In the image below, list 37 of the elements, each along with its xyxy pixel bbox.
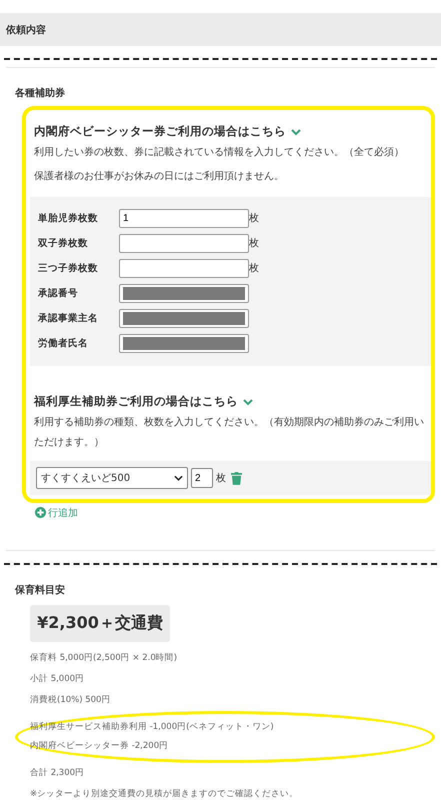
field-label: 三つ子券枚数 [38,262,99,274]
field-label: 労働者氏名 [38,336,89,350]
fee-line: 小計 5,000円 [29,672,86,686]
instruction-text: 保護者様のお仕事がお休みの日にはご利用頂けません。 [33,170,285,184]
unit-label: 枚 [216,472,226,485]
input-field[interactable] [119,234,249,252]
field-label: 単胎児券枚数 [38,212,99,224]
unit-label: 枚 [249,262,259,275]
caret-icon [174,475,183,481]
input-field[interactable] [119,308,249,328]
count-field[interactable]: 2 [191,468,213,488]
trash-icon[interactable] [231,472,242,484]
welfare-voucher-title: 福利厚生補助券ご利用の場合はこちら [34,394,238,409]
section-subtitle: 各種補助券 [15,86,66,100]
input-field[interactable] [119,258,249,278]
price-display: ¥2,300＋交通費 [30,605,170,642]
instruction-text: 利用したい券の枚数、券に記載されている情報を入力してください。（全て必須） [33,146,405,160]
field-label: 承認番号 [38,286,79,300]
input-field[interactable]: 1 [119,208,249,228]
plus-icon [35,507,46,518]
cabinet-voucher-title: 内閣府ベビーシッター券ご利用の場合はこちら [34,124,286,139]
voucher-select[interactable]: すくすくえいど500 [36,467,188,489]
section-title: 依頼内容 [6,23,46,36]
input-field[interactable] [119,284,249,302]
fee-line: 消費税(10%) 500円 [29,694,112,707]
fee-line: 保育料 5,000円(2,500円 × 2.0時間) [29,652,178,665]
unit-label: 枚 [249,212,259,225]
unit-label: 枚 [249,236,259,250]
chevron-down-icon[interactable] [291,128,301,136]
instruction-text: 利用する補助券の種類、枚数を入力してください。（有効期限内の補助券のみご利用いただけます。） [33,416,425,450]
fee-line: 合計 2,300円 [29,766,86,780]
field-label: 承認事業主名 [38,312,99,324]
input-field[interactable] [119,334,249,352]
section-subtitle: 保育料目安 [15,583,66,597]
field-label: 双子券枚数 [38,236,89,250]
fee-line: ※シッターより別途交通費の見積が届きますのでご確認ください。 [29,788,300,800]
chevron-down-icon[interactable] [243,398,253,406]
